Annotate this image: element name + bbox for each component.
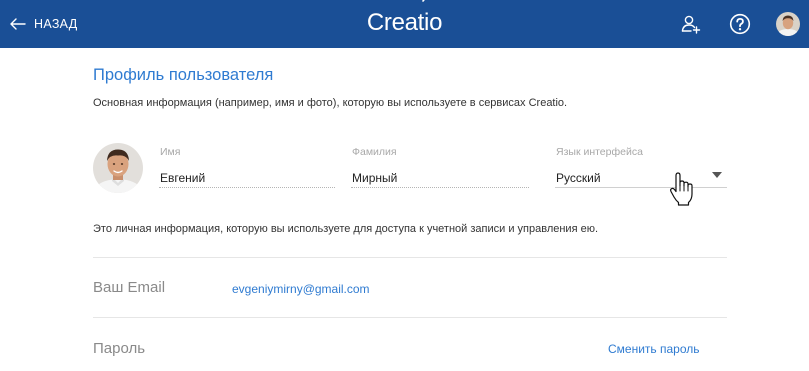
last-name-label: Фамилия — [352, 146, 397, 158]
logo-swoosh: io — [422, 0, 443, 46]
first-name-label: Имя — [160, 146, 181, 158]
language-value: Русский — [556, 171, 601, 185]
profile-photo-image — [93, 143, 143, 193]
user-avatar[interactable] — [776, 12, 800, 36]
back-button[interactable]: НАЗАД — [10, 0, 78, 48]
page-title: Профиль пользователя — [93, 66, 274, 84]
last-name-field[interactable]: Мирный — [352, 171, 397, 185]
user-avatar-image — [776, 12, 800, 36]
email-label: Ваш Email — [93, 279, 166, 296]
language-label: Язык интерфейса — [556, 146, 643, 158]
language-underline — [555, 187, 727, 188]
chevron-down-icon[interactable] — [712, 172, 722, 178]
section-divider — [93, 257, 727, 258]
back-label: НАЗАД — [34, 17, 78, 31]
change-password-link[interactable]: Сменить пароль — [608, 342, 700, 356]
first-name-field[interactable]: Евгений — [160, 171, 205, 185]
personal-info-note: Это личная информация, которую вы исполь… — [93, 223, 599, 235]
profile-description: Основная информация (например, имя и фот… — [93, 97, 568, 109]
logo-text-end: io — [424, 9, 443, 36]
hand-cursor-icon — [670, 172, 693, 206]
first-name-underline — [159, 187, 335, 188]
profile-photo[interactable] — [93, 143, 143, 193]
section-divider — [93, 317, 727, 318]
help-icon[interactable] — [729, 13, 751, 35]
last-name-underline — [351, 187, 529, 188]
email-link[interactable]: evgeniymirny@gmail.com — [232, 282, 370, 296]
top-bar: НАЗАД Creat io — [0, 0, 809, 48]
logo-swoosh-icon — [422, 0, 425, 2]
add-user-icon[interactable] — [680, 13, 702, 35]
back-arrow-icon — [10, 18, 26, 30]
password-label: Пароль — [93, 340, 146, 357]
logo-text-start: Creat — [366, 9, 425, 36]
